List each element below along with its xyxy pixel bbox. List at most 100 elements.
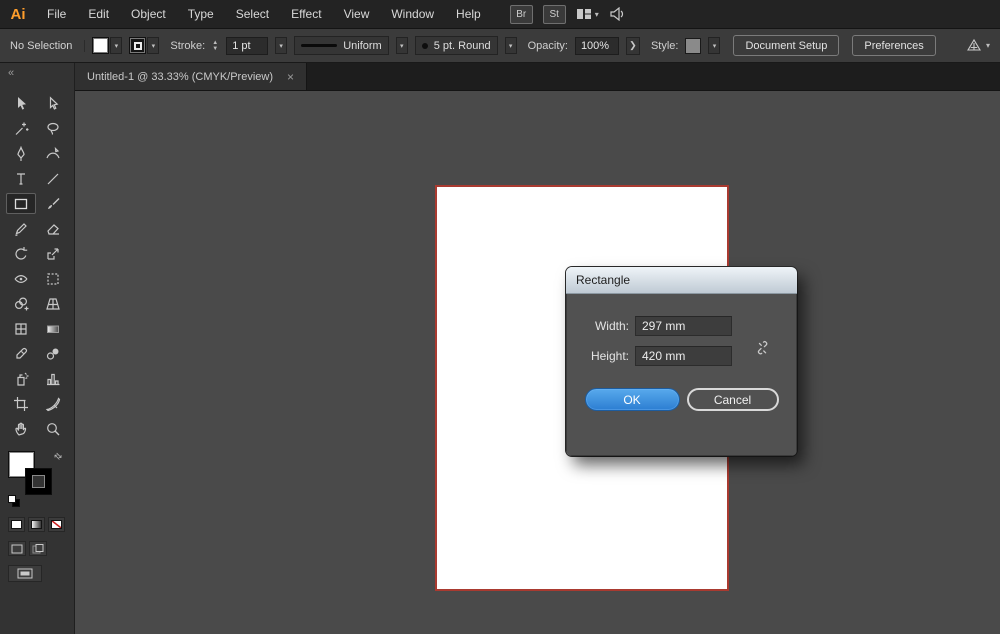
canvas[interactable]: Rectangle Width: Height: — [75, 91, 1000, 634]
perspective-grid-tool[interactable] — [38, 293, 68, 314]
tools-collapse-button[interactable]: « — [0, 63, 74, 87]
stroke-weight-label: Stroke: — [170, 39, 206, 52]
paintbrush-tool[interactable] — [38, 193, 68, 214]
default-fill-stroke-icon[interactable] — [8, 495, 21, 507]
artboard-tool[interactable] — [6, 393, 36, 414]
lasso-tool[interactable] — [38, 118, 68, 139]
slice-tool[interactable] — [38, 393, 68, 414]
fill-dropdown-icon[interactable]: ▾ — [110, 37, 123, 54]
menu-edit[interactable]: Edit — [77, 7, 120, 21]
slice-tool-icon — [45, 396, 61, 411]
bridge-button[interactable]: Br — [509, 4, 533, 24]
none-button[interactable] — [48, 517, 65, 532]
scale-tool[interactable] — [38, 243, 68, 264]
direct-selection-tool[interactable] — [38, 93, 68, 114]
stroke-dropdown-icon[interactable]: ▾ — [147, 37, 160, 54]
align-options-icon[interactable]: ▾ — [966, 38, 990, 53]
width-tool[interactable] — [6, 268, 36, 289]
menu-select[interactable]: Select — [225, 7, 280, 21]
gradient-button[interactable] — [28, 517, 45, 532]
direct-selection-tool-icon — [49, 95, 59, 110]
shaper-tool[interactable] — [6, 218, 36, 239]
workspace: « ⇄ Untitled-1 @ 33.33% (CMYK/Preview) ×… — [0, 63, 1000, 634]
style-dropdown-icon[interactable]: ▾ — [708, 37, 721, 54]
rotate-tool[interactable] — [6, 243, 36, 264]
magic-wand-tool-icon — [15, 122, 29, 135]
stroke-weight-stepper[interactable]: ▲ ▼ — [212, 40, 218, 52]
hand-tool[interactable] — [6, 418, 36, 439]
stock-button[interactable]: St — [542, 4, 566, 24]
magic-wand-tool[interactable] — [6, 118, 36, 139]
fill-color-swatch[interactable] — [92, 37, 110, 54]
mesh-tool[interactable] — [6, 318, 36, 339]
variable-width-profile-select[interactable]: Uniform — [294, 36, 389, 55]
cancel-button[interactable]: Cancel — [686, 388, 779, 411]
curvature-tool-icon — [46, 146, 60, 158]
selection-tool[interactable] — [6, 93, 36, 114]
stroke-color-swatch[interactable] — [129, 37, 147, 54]
brush-definition-select[interactable]: 5 pt. Round — [414, 36, 498, 55]
free-transform-tool[interactable] — [38, 268, 68, 289]
document-tab[interactable]: Untitled-1 @ 33.33% (CMYK/Preview) × — [75, 63, 308, 90]
share-icon[interactable] — [609, 7, 625, 21]
color-button[interactable] — [8, 517, 25, 532]
draw-behind-icon[interactable] — [29, 541, 47, 556]
height-input[interactable] — [635, 346, 732, 366]
opacity-chevron-icon[interactable]: ❯ — [625, 36, 640, 55]
swap-fill-stroke-icon[interactable]: ⇄ — [51, 450, 64, 463]
zoom-tool[interactable] — [38, 418, 68, 439]
pen-tool[interactable] — [6, 143, 36, 164]
eraser-tool[interactable] — [38, 218, 68, 239]
width-input[interactable] — [635, 316, 732, 336]
selection-tool-icon — [18, 96, 26, 110]
menu-effect[interactable]: Effect — [280, 7, 332, 21]
type-tool[interactable] — [6, 168, 36, 189]
menu-window[interactable]: Window — [380, 7, 445, 21]
menu-object[interactable]: Object — [120, 7, 177, 21]
constrain-proportions-icon[interactable] — [755, 340, 770, 360]
width-tool-icon — [14, 274, 28, 283]
column-graph-tool[interactable] — [38, 368, 68, 389]
preferences-button[interactable]: Preferences — [852, 35, 936, 56]
width-label: Width: — [594, 319, 629, 333]
dialog-body: Width: Height: OK Cancel — [566, 294, 797, 456]
tools-grid — [0, 93, 74, 439]
menu-file[interactable]: File — [36, 7, 77, 21]
brush-dropdown-icon[interactable]: ▾ — [504, 37, 517, 54]
gradient-tool[interactable] — [38, 318, 68, 339]
arrange-documents-icon[interactable]: ▾ — [576, 7, 599, 21]
perspective-grid-tool-icon — [46, 297, 60, 310]
menubar: Ai File Edit Object Type Select Effect View Win… — [0, 0, 1000, 29]
ok-button[interactable]: OK — [584, 388, 680, 411]
lasso-tool-icon — [47, 122, 59, 135]
type-tool-icon — [17, 172, 25, 185]
line-segment-tool[interactable] — [38, 168, 68, 189]
curvature-tool[interactable] — [38, 143, 68, 164]
artboard-tool-icon — [14, 396, 28, 411]
menu-type[interactable]: Type — [177, 7, 225, 21]
draw-normal-icon[interactable] — [8, 541, 26, 556]
graphic-style-swatch[interactable] — [685, 37, 702, 54]
fill-swatch-group: ▾ — [92, 37, 123, 54]
stroke-color-proxy[interactable] — [25, 468, 52, 495]
opacity-input[interactable] — [574, 36, 619, 55]
rectangle-tool[interactable] — [6, 193, 36, 214]
symbol-sprayer-tool[interactable] — [6, 368, 36, 389]
line-segment-tool-icon — [47, 173, 59, 184]
dialog-titlebar[interactable]: Rectangle — [566, 267, 797, 294]
document-area: Untitled-1 @ 33.33% (CMYK/Preview) × Rec… — [75, 63, 1000, 634]
blend-tool[interactable] — [38, 343, 68, 364]
shape-builder-tool[interactable] — [6, 293, 36, 314]
screen-mode-icon[interactable] — [8, 565, 42, 582]
menu-help[interactable]: Help — [445, 7, 492, 21]
mesh-tool-icon — [15, 322, 27, 335]
eyedropper-tool[interactable] — [6, 343, 36, 364]
width-profile-dropdown-icon[interactable]: ▾ — [395, 37, 408, 54]
menu-view[interactable]: View — [333, 7, 381, 21]
blend-tool-icon — [46, 348, 59, 360]
eyedropper-tool-icon — [16, 347, 28, 359]
stroke-weight-dropdown-icon[interactable]: ▾ — [275, 37, 288, 54]
close-tab-icon[interactable]: × — [287, 70, 294, 84]
document-setup-button[interactable]: Document Setup — [733, 35, 840, 56]
stroke-weight-input[interactable] — [226, 36, 269, 55]
